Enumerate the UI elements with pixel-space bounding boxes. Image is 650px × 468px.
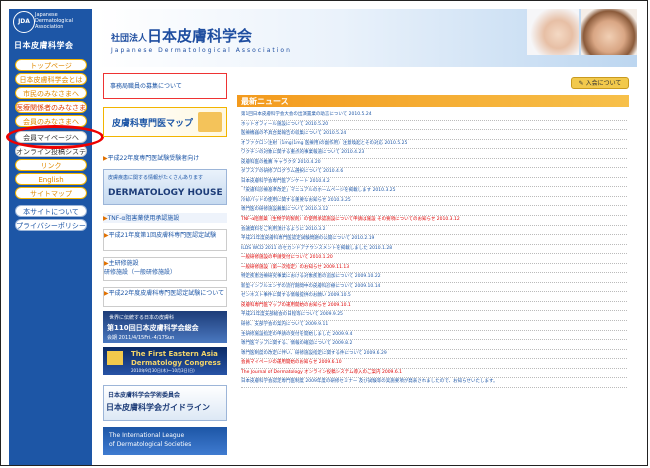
eadc-logo	[107, 351, 123, 365]
news-item[interactable]: ゼンネスト事件に関する情報提供のお願い 2009.10.5	[241, 292, 627, 302]
news-item[interactable]: 一般研修施設（第一次指定）のお知らせ 2009.11.13	[241, 264, 627, 274]
ilds-line1: The International League	[109, 432, 185, 439]
house-title: DERMATOLOGY HOUSE	[108, 188, 223, 198]
browser-page: JDA Japanese Dermatological Association …	[0, 0, 648, 466]
news-item[interactable]: 一般研修施設の申請受付について 2010.1.20	[241, 254, 627, 264]
nav-medical[interactable]: 医療関係者のみなさまへ	[15, 101, 87, 113]
header-photo-baby	[581, 9, 637, 55]
map-icon	[198, 112, 222, 132]
specialist-map-banner[interactable]: 皮膚科専門医マップ	[103, 107, 227, 137]
news-item[interactable]: 「皮膚科診療基準改定」マニュアルのホームページを掲載します 2010.3.25	[241, 187, 627, 197]
nav-links[interactable]: リンク	[15, 159, 87, 171]
news-item[interactable]: The Journal of Dermatology オンライン投稿システム導入…	[241, 369, 627, 379]
guideline-title: 日本皮膚科学会ガイドライン	[106, 403, 210, 412]
news-item[interactable]: 主研修施設指定の申請の受付を開始しました 2009.9.4	[241, 331, 627, 341]
highlight-circle	[6, 125, 104, 149]
news-item[interactable]: 皮膚科専門医マップの運用開始のお知らせ 2009.10.1	[241, 302, 627, 312]
news-item[interactable]: 日本皮膚科学会認定専門医制度 2009年度の研修セミナー 及び試験等の実施要項が…	[241, 378, 627, 388]
news-list: 第1回日本皮膚科学会大会の出演置業の助言について 2010.5.24 ホットオフ…	[241, 111, 627, 388]
news-item[interactable]: 専門医制度の改定に伴い、研修施設指定に関する件について 2009.6.29	[241, 350, 627, 360]
news-item[interactable]: 日本皮膚科学会専門医アンケート 2010.4.2	[241, 178, 627, 188]
nav-citizens[interactable]: 市民のみなさまへ	[15, 87, 87, 99]
news-item[interactable]: TNF-α阻害薬（生物学的製剤）の使用承認施設について申請は施設 その要項につい…	[241, 216, 627, 226]
ilds-line2: of Dermatological Societies	[109, 441, 192, 448]
logo[interactable]: JDA Japanese Dermatological Association	[13, 11, 89, 39]
news-item[interactable]: 皮膚科医の推薦 キャラクタ 2010.4.20	[241, 159, 627, 169]
header: 社団法人日本皮膚科学会 Japanese Dermatological Asso…	[97, 9, 637, 67]
news-item[interactable]: 第1回日本皮膚科学会大会の出演置業の助言について 2010.5.24	[241, 111, 627, 121]
title-prefix: 社団法人	[111, 34, 148, 44]
header-photo-skin	[527, 9, 579, 55]
exam-link[interactable]: 平成22年度専門医試験受験者向け	[108, 155, 200, 162]
congress-date: 会期 2011/4/15Fri.-4/17Sun	[107, 335, 175, 341]
logo-text-line3: Association	[35, 24, 64, 30]
eadc-date: 2010年9月30日(木)〜10月3日(日)	[131, 368, 195, 373]
specialist2-link[interactable]: 平成22年度皮膚科専門医認定試験について	[109, 290, 224, 297]
news-item[interactable]: 研修、支部学会の案内について 2009.9.11	[241, 321, 627, 331]
page-subtitle: Japanese Dermatological Association	[111, 47, 292, 54]
nav-top-page[interactable]: トップページ	[15, 59, 87, 71]
logo-text: Japanese Dermatological Association	[35, 12, 91, 30]
specialist-exam-link[interactable]: 平成21年度第1回皮膚科専門医認定試験	[109, 232, 216, 239]
congress-top: 世界に伝統する日本の皮膚科	[109, 315, 175, 321]
news-item[interactable]: オファクロン注射（1mg(1mg 医療用)の副作用）注意喚起とその対応 2010…	[241, 140, 627, 150]
news-item[interactable]: ワクチンの対象に関する重点的事業報道について 2010.4.23	[241, 149, 627, 159]
recruit-link[interactable]: 事務局職員の募集について	[110, 81, 182, 90]
map-title: 皮膚科専門医マップ	[112, 119, 194, 129]
news-item[interactable]: 会議資料をご利用頂けるように 2010.3.2	[241, 226, 627, 236]
news-item[interactable]: ホットオフィール施設について 2010.5.20	[241, 121, 627, 131]
sidebar: JDA Japanese Dermatological Association …	[9, 9, 92, 465]
title-main: 日本皮膚科学会	[147, 27, 253, 45]
nav-privacy[interactable]: プライバシーポリシー	[15, 219, 87, 231]
news-item[interactable]: ダブスアの研修プログラム選択について 2010.4.6	[241, 168, 627, 178]
exam-link-row[interactable]: ▶平成22年度専門医試験受験者向け	[103, 153, 227, 167]
training-box[interactable]: ▶主研修施設 研修施設（一般研修施設）	[103, 257, 227, 281]
training-sub[interactable]: 研修施設（一般研修施設）	[104, 267, 226, 276]
news-item[interactable]: 平成21年度支部総会の日程等について 2009.9.25	[241, 311, 627, 322]
dermatology-house-banner[interactable]: 皮膚疾患に関する情報がたくさんあります DERMATOLOGY HOUSE	[103, 169, 227, 205]
nav-english[interactable]: English	[15, 173, 87, 185]
news-item[interactable]: 医療機器の不具合発報告の収集について 2010.5.24	[241, 130, 627, 140]
news-item[interactable]: 会員マイページの運用開始のお知らせ 2009.6.10	[241, 359, 627, 369]
site-name: 日本皮膚科学会	[14, 41, 74, 50]
join-icon: ✎	[578, 80, 584, 87]
training-title-text: 主研修施設	[108, 260, 139, 267]
logo-mark: JDA	[13, 11, 35, 33]
news-item[interactable]: 新型インフルエンザの流行期間中の皮膚科診療について 2009.10.14	[241, 283, 627, 293]
eadc-title: The First Eastern Asia	[131, 350, 218, 358]
house-top: 皮膚疾患に関する情報がたくさんあります	[108, 175, 204, 181]
ilds-banner[interactable]: The International League of Dermatologic…	[103, 427, 227, 455]
news-header-label: 最新ニュース	[241, 97, 289, 106]
news-item[interactable]: 特定疾患治療研究事業における対象疾患の追加について 2009.10.22	[241, 273, 627, 283]
tnf-link[interactable]: TNF-α阻害薬使用承認施設	[108, 215, 180, 222]
news-item[interactable]: 専門医マップに関する、情報の確認について 2009.8.2	[241, 340, 627, 350]
news-header: 最新ニュース	[237, 95, 629, 107]
news-item[interactable]: ILDS WCD 2011 のセカンドアナウンスメントを掲載しました 2010.…	[241, 245, 627, 255]
news-item[interactable]: 冷却パッドの使用に関する重要なお知らせ 2010.3.25	[241, 197, 627, 207]
guideline-banner[interactable]: 日本皮膚科学会学術委員会 日本皮膚科学会ガイドライン	[103, 385, 227, 421]
eadc-banner[interactable]: The First Eastern Asia Dermatology Congr…	[103, 347, 227, 375]
news-item[interactable]: 平成21年度皮膚科専門医認定試験問題の公開について 2010.2.19	[241, 235, 627, 245]
nav-about-site[interactable]: 本サイトについて	[15, 205, 87, 217]
training-title[interactable]: ▶主研修施設	[104, 258, 226, 267]
join-label: 入会について	[585, 80, 622, 87]
eadc-sub: Dermatology Congress	[131, 359, 221, 367]
tnf-row[interactable]: ▶TNF-α阻害薬使用承認施設	[103, 213, 227, 223]
nav-sitemap[interactable]: サイトマップ	[15, 187, 87, 199]
specialist2-box[interactable]: ▶平成22年度皮膚科専門医認定試験について	[103, 287, 227, 307]
news-item[interactable]: 専門医の研修施設募集について 2010.3.12	[241, 206, 627, 217]
recruit-box[interactable]: 事務局職員の募集について	[103, 73, 227, 99]
nav-about[interactable]: 日本皮膚科学会とは	[15, 73, 87, 85]
congress-title: 第110回日本皮膚科学会総会	[107, 324, 199, 332]
guideline-top: 日本皮膚科学会学術委員会	[108, 392, 181, 399]
congress-banner[interactable]: 世界に伝統する日本の皮膚科 第110回日本皮膚科学会総会 会期 2011/4/1…	[103, 311, 227, 343]
join-button[interactable]: ✎ 入会について	[571, 77, 629, 89]
page-title: 社団法人日本皮膚科学会	[111, 25, 252, 46]
specialist-exam-box[interactable]: ▶平成21年度第1回皮膚科専門医認定試験	[103, 229, 227, 251]
